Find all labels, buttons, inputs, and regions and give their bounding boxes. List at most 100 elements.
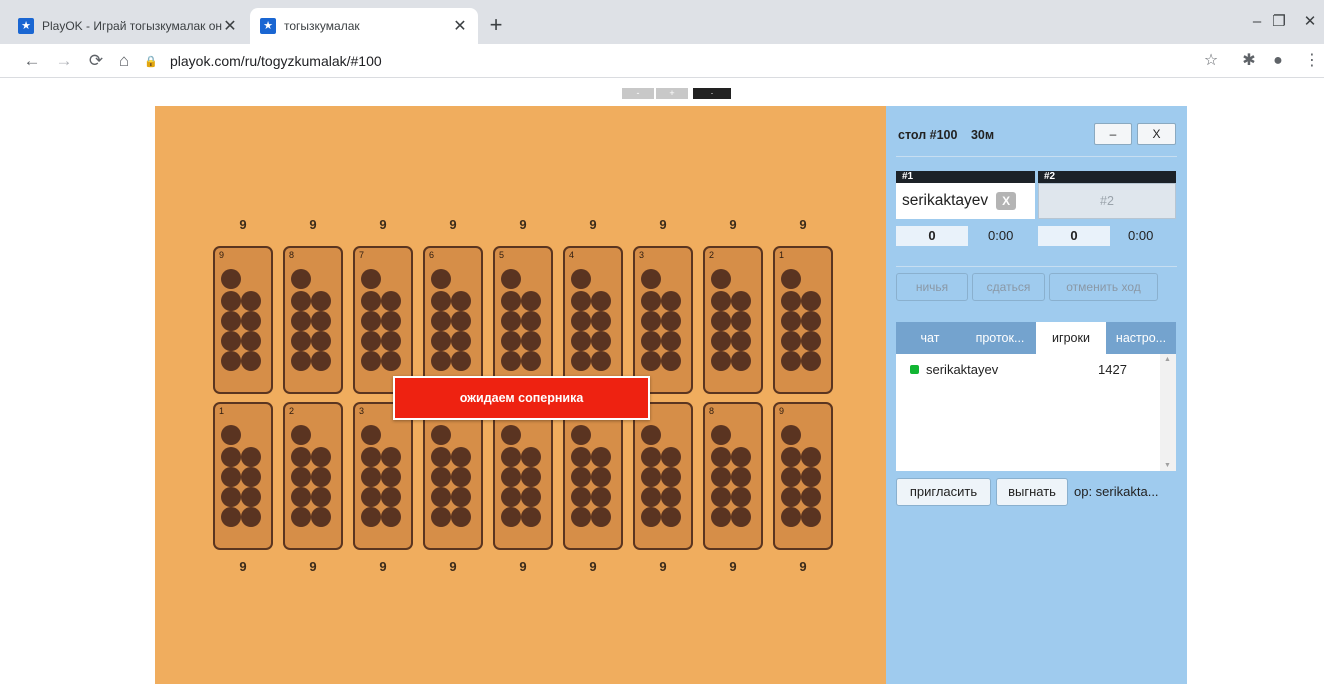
bottom-pit[interactable]: 7 — [633, 402, 693, 550]
draw-offer-button[interactable]: ничья — [896, 273, 968, 301]
stone — [291, 447, 311, 467]
stone — [361, 447, 381, 467]
menu-kebab-icon[interactable]: ⋮ — [1300, 49, 1324, 73]
tab-chat[interactable]: чат — [896, 322, 964, 354]
back-arrow-icon[interactable]: ← — [20, 49, 44, 73]
pit-number: 1 — [779, 250, 785, 260]
top-pit-count: 9 — [589, 217, 597, 232]
bottom-pit[interactable]: 9 — [773, 402, 833, 550]
players-list-scrollbar[interactable]: ▲ ▼ — [1160, 354, 1176, 471]
stone — [731, 447, 751, 467]
zoom-out-button[interactable]: - — [622, 88, 654, 99]
top-pit[interactable]: 6 — [423, 246, 483, 394]
stone — [731, 507, 751, 527]
address-bar[interactable]: 🔒 playok.com/ru/togyzkumalak/#100 — [144, 48, 1194, 74]
stone — [661, 507, 681, 527]
stone — [801, 447, 821, 467]
divider — [896, 266, 1177, 267]
bottom-pit[interactable]: 5 — [493, 402, 553, 550]
stone — [241, 291, 261, 311]
top-pit[interactable]: 4 — [563, 246, 623, 394]
bottom-pit-count: 9 — [659, 559, 667, 574]
pit-number: 5 — [499, 250, 505, 260]
stone — [641, 269, 661, 289]
home-icon[interactable]: ⌂ — [112, 49, 136, 73]
stone — [591, 291, 611, 311]
bottom-pit-count: 9 — [309, 559, 317, 574]
stone — [711, 487, 731, 507]
stone — [311, 487, 331, 507]
stone — [311, 331, 331, 351]
scroll-up-arrow-icon[interactable]: ▲ — [1164, 356, 1171, 363]
top-pit-count: 9 — [309, 217, 317, 232]
pit-number: 8 — [289, 250, 295, 260]
close-tab-icon[interactable]: ✕ — [222, 16, 238, 36]
stone — [801, 507, 821, 527]
bottom-pit-count: 9 — [449, 559, 457, 574]
kick-player-button[interactable]: X — [996, 192, 1017, 210]
zoom-in-button[interactable]: + — [656, 88, 688, 99]
top-pit[interactable]: 1 — [773, 246, 833, 394]
bottom-pit[interactable]: 2 — [283, 402, 343, 550]
bottom-pit[interactable]: 8 — [703, 402, 763, 550]
browser-tab-playok[interactable]: ★ PlayOK - Играй тогызкумалак он ✕ — [8, 8, 248, 44]
new-tab-button[interactable]: + — [484, 14, 508, 38]
top-pit[interactable]: 9 — [213, 246, 273, 394]
profile-icon[interactable]: ● — [1266, 49, 1290, 73]
stone — [311, 291, 331, 311]
browser-tab-togyzkumalak[interactable]: ★ тогызкумалак ✕ — [250, 8, 478, 44]
top-pit[interactable]: 8 — [283, 246, 343, 394]
stone — [311, 311, 331, 331]
operator-label: op: serikakta... — [1074, 484, 1159, 499]
top-pit[interactable]: 3 — [633, 246, 693, 394]
tab-log[interactable]: проток... — [964, 322, 1036, 354]
bottom-pit[interactable]: 3 — [353, 402, 413, 550]
close-window-button[interactable]: ✕ — [1288, 8, 1324, 36]
boot-player-button[interactable]: выгнать — [996, 478, 1068, 506]
bottom-pit[interactable]: 1 — [213, 402, 273, 550]
stone — [291, 331, 311, 351]
pit-number: 2 — [709, 250, 715, 260]
invite-button[interactable]: пригласить — [896, 478, 991, 506]
tab-players[interactable]: игроки — [1036, 322, 1106, 354]
top-pit[interactable]: 5 — [493, 246, 553, 394]
stone — [431, 467, 451, 487]
list-item[interactable]: serikaktayev 1427 — [910, 362, 1140, 377]
seat1-timer: 0:00 — [988, 228, 1014, 243]
bottom-pit[interactable]: 4 — [423, 402, 483, 550]
waiting-opponent-banner: ожидаем соперника — [393, 376, 650, 420]
stone — [711, 291, 731, 311]
stone — [291, 487, 311, 507]
time-control: 30м — [970, 128, 995, 142]
zoom-reset-button[interactable]: · — [693, 88, 731, 99]
stone — [221, 331, 241, 351]
undo-move-button[interactable]: отменить ход — [1049, 273, 1158, 301]
resign-button[interactable]: сдаться — [972, 273, 1045, 301]
seat2-join-button[interactable]: #2 — [1038, 183, 1176, 219]
extensions-puzzle-icon[interactable]: ✱ — [1237, 49, 1261, 73]
seat2-header: #2 — [1038, 171, 1176, 183]
stone — [431, 269, 451, 289]
reload-icon[interactable]: ⟳ — [84, 49, 108, 73]
close-table-button[interactable]: X — [1137, 123, 1176, 145]
top-pit[interactable]: 2 — [703, 246, 763, 394]
forward-arrow-icon[interactable]: → — [52, 49, 76, 73]
bottom-pit-count: 9 — [589, 559, 597, 574]
divider — [896, 156, 1177, 157]
minimize-panel-button[interactable]: – — [1094, 123, 1132, 145]
stone — [781, 311, 801, 331]
stone — [731, 487, 751, 507]
stone — [291, 291, 311, 311]
tab-settings[interactable]: настро... — [1106, 322, 1176, 354]
pit-number: 3 — [359, 406, 365, 416]
stone — [451, 311, 471, 331]
close-tab-icon[interactable]: ✕ — [452, 16, 468, 36]
stone — [451, 447, 471, 467]
bottom-pit[interactable]: 6 — [563, 402, 623, 550]
stone — [661, 467, 681, 487]
scroll-down-arrow-icon[interactable]: ▼ — [1164, 462, 1171, 469]
top-pit[interactable]: 7 — [353, 246, 413, 394]
stone — [361, 487, 381, 507]
stone — [381, 507, 401, 527]
bookmark-star-icon[interactable]: ☆ — [1199, 49, 1223, 73]
